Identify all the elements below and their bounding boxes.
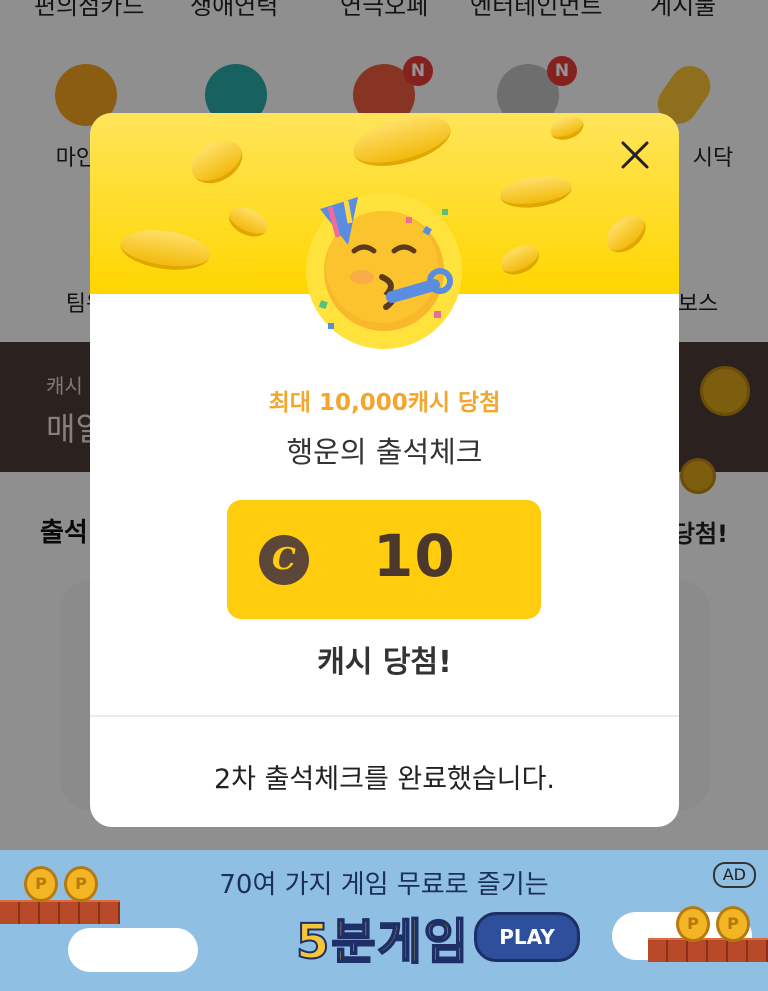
gold-coin-decoration bbox=[496, 239, 544, 281]
party-face-emoji bbox=[306, 193, 462, 349]
gold-coin-decoration bbox=[599, 208, 653, 260]
brick-decoration bbox=[648, 938, 768, 962]
close-icon bbox=[621, 141, 649, 169]
attendance-modal: 최대 10,000캐시 당첨 행운의 출석체크 C 10 캐시 당첨! 2차 출… bbox=[90, 113, 679, 827]
max-reward-subtitle: 최대 10,000캐시 당첨 bbox=[268, 390, 501, 416]
p-coin-icon: P bbox=[716, 906, 750, 942]
divider bbox=[90, 715, 679, 717]
prize-box: C 10 bbox=[227, 500, 541, 619]
ad-banner[interactable]: P P P P 70여 가지 게임 무료로 즐기는 5분게임 PLAY AD bbox=[0, 850, 768, 991]
gold-coin-decoration bbox=[547, 113, 587, 145]
modal-title: 행운의 출석체크 bbox=[286, 435, 483, 469]
gold-coin-decoration bbox=[498, 172, 574, 212]
ad-tagline: 70여 가지 게임 무료로 즐기는 bbox=[219, 870, 549, 900]
ad-play-button[interactable]: PLAY bbox=[474, 912, 580, 962]
gold-coin-decoration bbox=[348, 113, 456, 176]
gold-coin-decoration bbox=[117, 224, 213, 276]
ad-badge: AD bbox=[712, 862, 756, 888]
gold-coin-decoration bbox=[224, 201, 272, 243]
brick-decoration bbox=[0, 900, 120, 924]
close-button[interactable] bbox=[617, 137, 653, 173]
p-coin-icon: P bbox=[676, 906, 710, 942]
gold-coin-decoration bbox=[184, 132, 250, 192]
cloud-decoration bbox=[68, 928, 198, 972]
won-text: 캐시 당첨! bbox=[317, 645, 452, 680]
cash-coin-icon: C bbox=[259, 535, 309, 585]
prize-amount: 10 bbox=[373, 522, 456, 590]
completion-message: 2차 출석체크를 완료했습니다. bbox=[213, 764, 555, 795]
ad-game-name: 5분게임 bbox=[295, 913, 470, 971]
